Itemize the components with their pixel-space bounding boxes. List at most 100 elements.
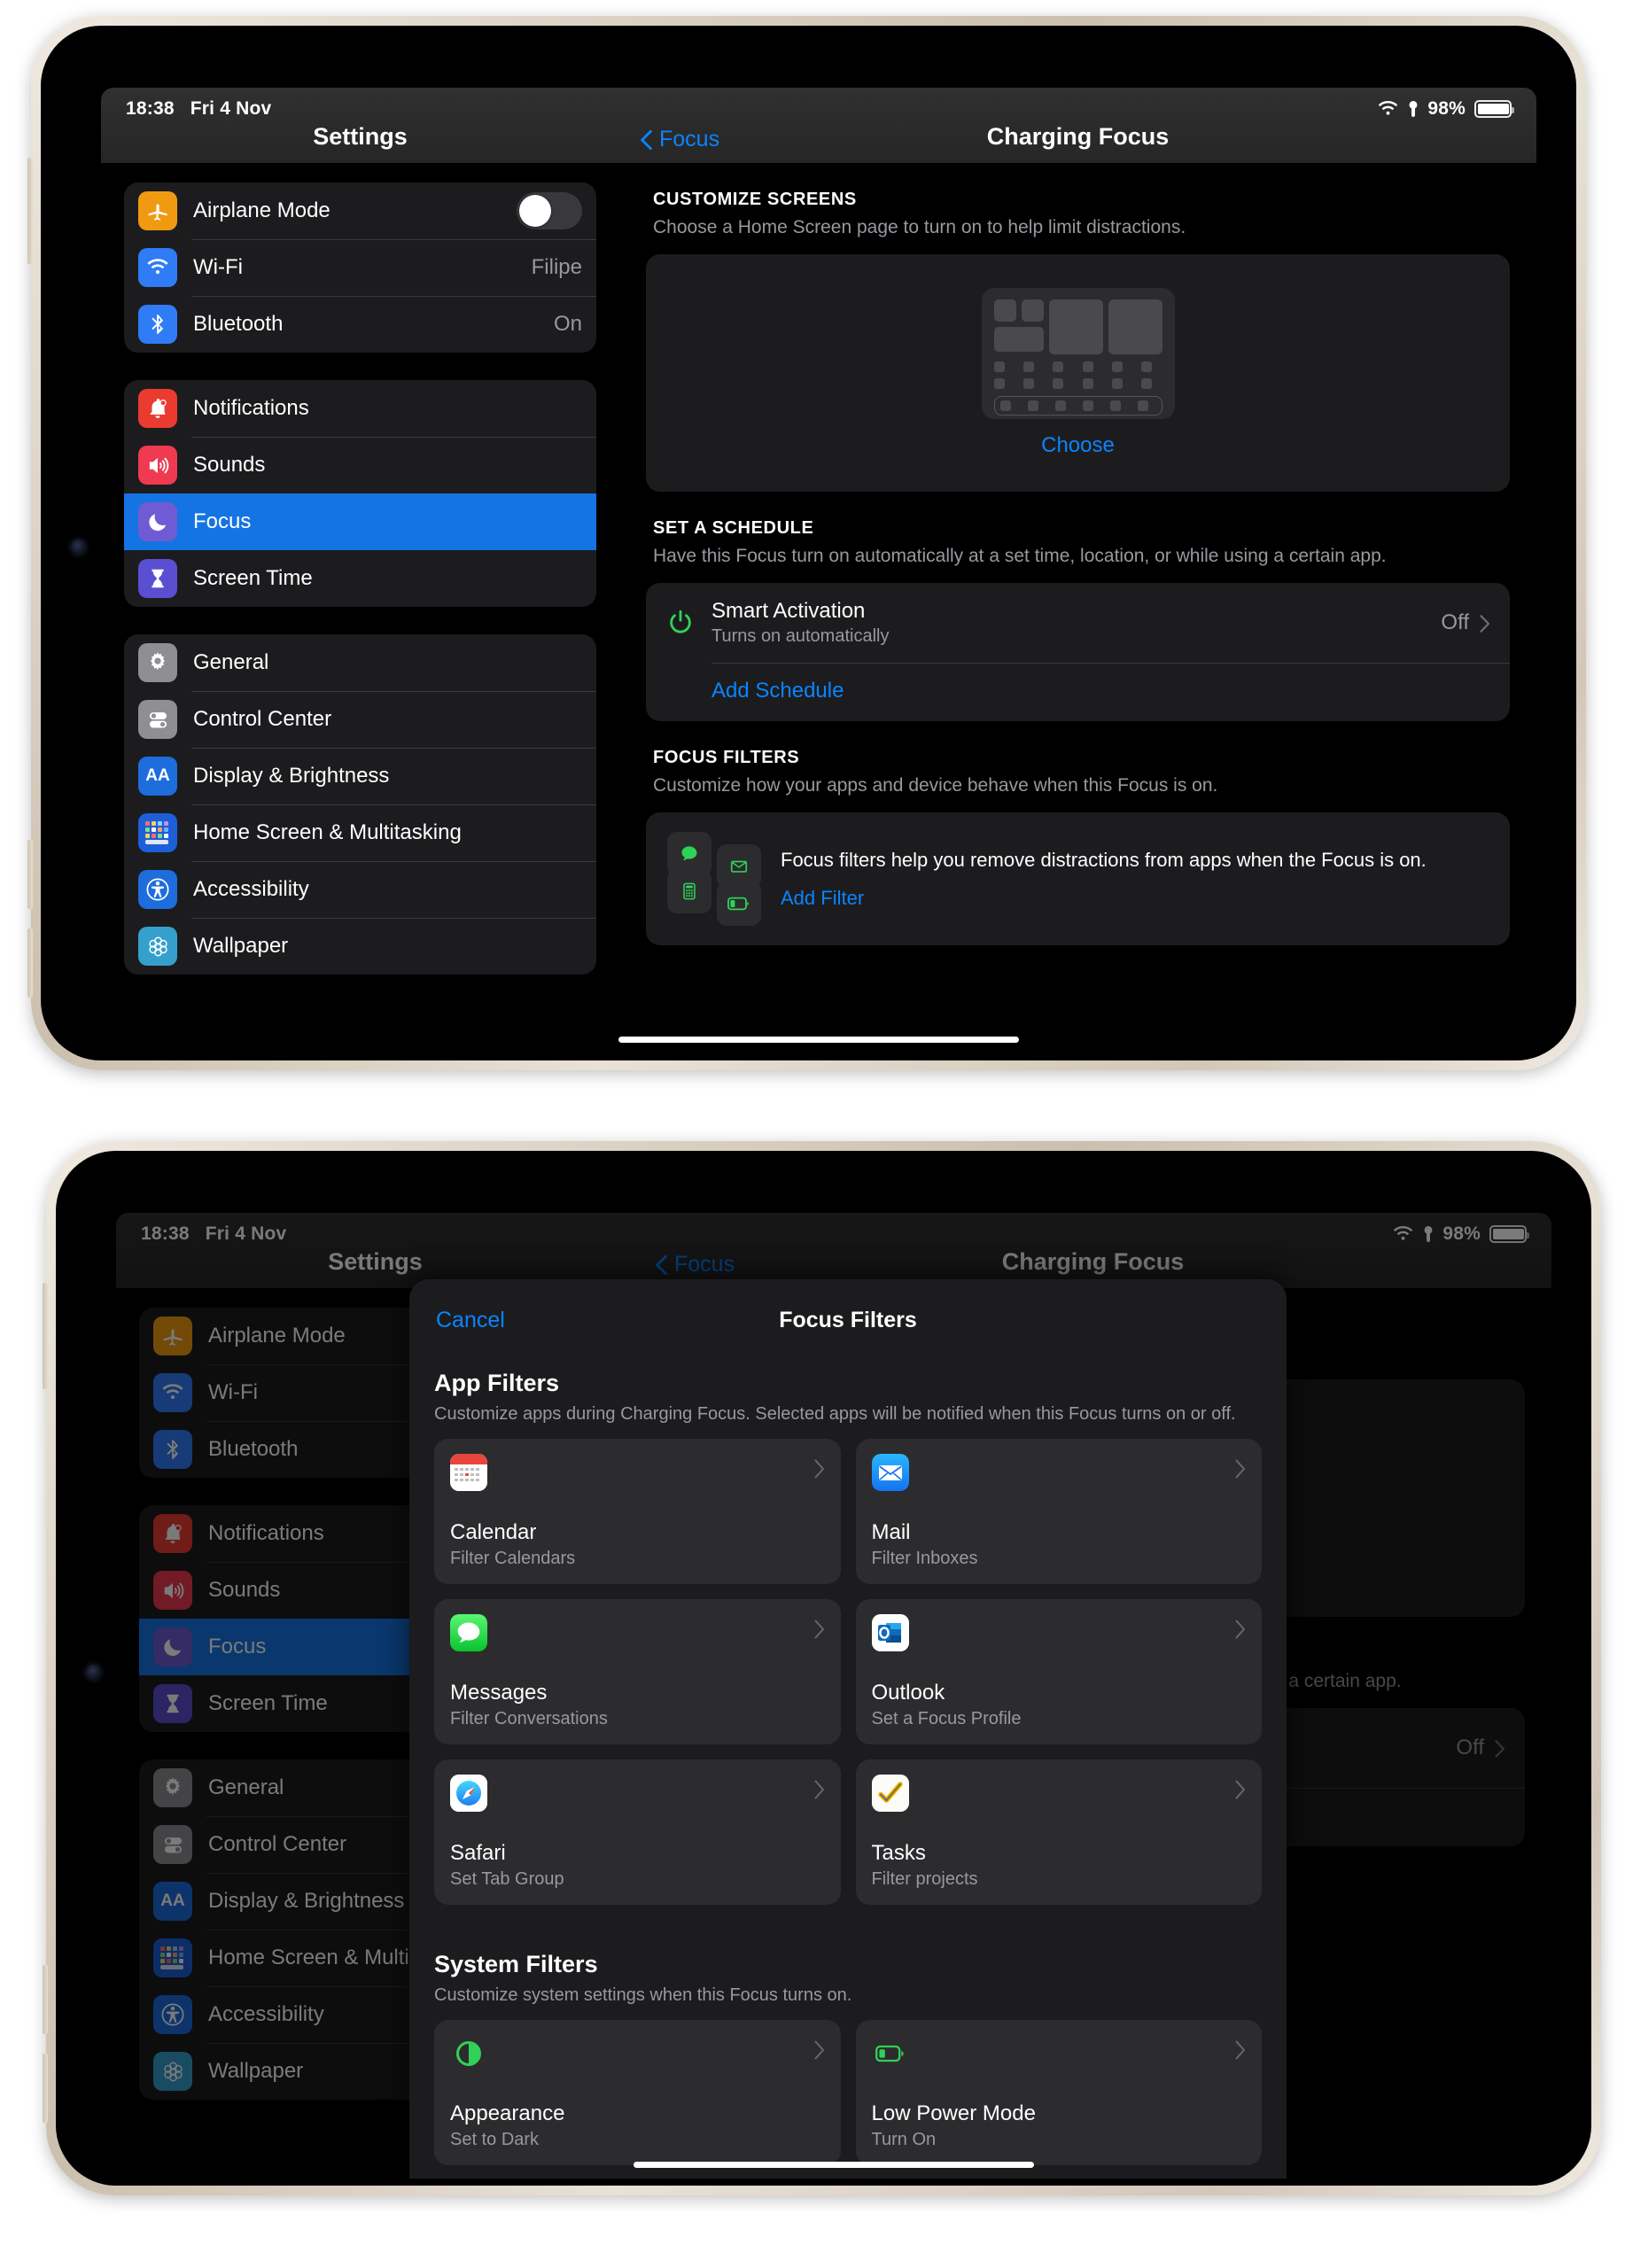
sidebar-scroll[interactable]: Airplane Mode Wi-Fi Filipe Bluetooth On … [101, 163, 619, 1053]
filter-card-tasks[interactable]: Tasks Filter projects [855, 1759, 1262, 1905]
preview-widget-large [1108, 299, 1162, 354]
sidebar-item-focus[interactable]: Focus [124, 493, 596, 550]
filter-card-subtitle: Set a Focus Profile [871, 1709, 1022, 1728]
app-filters-subtitle: Customize apps during Charging Focus. Se… [434, 1404, 1236, 1424]
choose-screen-button[interactable]: Choose [1041, 433, 1115, 458]
preview-app-dot [1082, 361, 1093, 372]
filter-card-mail[interactable]: Mail Filter Inboxes [855, 1439, 1262, 1584]
filter-card-appearance[interactable]: Appearance Set to Dark [434, 2020, 841, 2165]
bluetooth-state-value: On [553, 312, 582, 336]
add-schedule-button[interactable]: Add Schedule [646, 664, 1510, 721]
low-power-mode-icon [872, 2035, 909, 2072]
schedule-card: Smart Activation Turns on automatically … [646, 583, 1510, 721]
ipad-device-top: 18:38 Fri 4 Nov 98% Settings Airplane Mo… [27, 16, 1586, 1070]
preview-app-dot [1053, 378, 1064, 389]
sidebar-item-accessibility[interactable]: Accessibility [124, 861, 596, 918]
appearance-icon [450, 2035, 487, 2072]
home-screen-preview [981, 288, 1175, 419]
app-filters-grid: Calendar Filter Calendars Mail Filter In… [434, 1439, 1262, 1905]
back-to-focus-button[interactable]: Focus [641, 127, 719, 152]
power-button-bottom[interactable] [43, 1965, 48, 2034]
preview-dock [993, 396, 1162, 416]
sidebar-item-control-center[interactable]: Control Center [124, 691, 596, 748]
preview-widget-row [993, 299, 1162, 354]
power-button-top[interactable] [27, 840, 33, 909]
wallpaper-flower-icon [138, 927, 177, 966]
home-screen-grid-icon [138, 813, 177, 852]
volume-down-button-bottom[interactable] [43, 2054, 48, 2123]
sidebar-item-label: Focus [193, 509, 252, 533]
volume-button-bottom[interactable] [43, 1283, 48, 1389]
sidebar-item-wallpaper[interactable]: Wallpaper [124, 918, 596, 975]
sidebar-item-label: Home Screen & Multitasking [193, 820, 462, 844]
front-camera-top [71, 540, 86, 555]
cancel-button[interactable]: Cancel [436, 1308, 505, 1333]
display-aa-icon: AA [138, 757, 177, 796]
sidebar-item-display-brightness[interactable]: AA Display & Brightness [124, 748, 596, 804]
home-indicator[interactable] [618, 1037, 1019, 1043]
smart-activation-title: Smart Activation [711, 599, 866, 623]
sounds-speaker-icon [138, 446, 177, 485]
ipad-device-bottom: 18:38 Fri 4 Nov 98% [43, 1141, 1601, 2195]
sidebar-item-home-screen-multitasking[interactable]: Home Screen & Multitasking [124, 804, 596, 861]
filter-card-title: Safari [450, 1841, 506, 1865]
filter-card-title: Mail [871, 1520, 911, 1544]
split-view-top: Settings Airplane Mode Wi-Fi Filipe Blue… [101, 88, 1536, 1053]
sidebar-item-label: Bluetooth [193, 312, 284, 336]
chevron-right-icon [1235, 1459, 1246, 1479]
preview-tile [993, 299, 1016, 322]
filter-card-title: Appearance [450, 2101, 565, 2125]
volume-button-top[interactable] [27, 158, 33, 264]
sidebar-navbar: Settings [101, 88, 619, 163]
ios-screen-top: 18:38 Fri 4 Nov 98% Settings Airplane Mo… [101, 88, 1536, 1053]
low-power-battery-icon [717, 882, 761, 926]
device-screen-bezel-top: 18:38 Fri 4 Nov 98% Settings Airplane Mo… [41, 26, 1576, 1060]
app-filters-title: App Filters [434, 1370, 560, 1396]
sidebar-item-notifications[interactable]: Notifications [124, 380, 596, 437]
safari-app-icon [450, 1775, 487, 1812]
preview-dock-dot [1027, 400, 1038, 411]
focus-filters-subtitle: Customize how your apps and device behav… [653, 775, 1218, 796]
filter-card-subtitle: Set to Dark [450, 2130, 540, 2149]
wifi-network-value: Filipe [531, 255, 582, 279]
mail-app-icon [871, 1454, 909, 1491]
airplane-mode-toggle[interactable] [517, 192, 582, 229]
sidebar-item-bluetooth[interactable]: Bluetooth On [124, 296, 596, 353]
sidebar-item-airplane-mode[interactable]: Airplane Mode [124, 183, 596, 239]
preview-app-dot [993, 361, 1005, 372]
preview-app-dot [1111, 361, 1123, 372]
sidebar-item-general[interactable]: General [124, 634, 596, 691]
gear-icon [138, 643, 177, 682]
sidebar-item-wifi[interactable]: Wi-Fi Filipe [124, 239, 596, 296]
sidebar-item-screen-time[interactable]: Screen Time [124, 550, 596, 607]
home-indicator[interactable] [634, 2162, 1034, 2168]
preview-app-dot [1053, 361, 1064, 372]
volume-down-button-top[interactable] [27, 928, 33, 998]
preview-tile [1021, 299, 1044, 322]
filter-card-outlook[interactable]: Outlook Set a Focus Profile [855, 1599, 1262, 1744]
focus-filters-text: Focus filters help you remove distractio… [781, 849, 1489, 910]
add-filter-button[interactable]: Add Filter [781, 887, 1489, 910]
focus-filters-sheet: Cancel Focus Filters App Filters Customi… [409, 1279, 1287, 2179]
sheet-body[interactable]: App Filters Customize apps during Chargi… [409, 1370, 1287, 2165]
focus-detail-pane: Focus Charging Focus CUSTOMIZE SCREENS C… [619, 88, 1536, 1053]
sheet-navbar: Cancel Focus Filters [409, 1279, 1287, 1361]
system-filters-subtitle: Customize system settings when this Focu… [434, 1985, 852, 2005]
schedule-subtitle: Have this Focus turn on automatically at… [653, 546, 1387, 566]
filter-card-calendar[interactable]: Calendar Filter Calendars [434, 1439, 841, 1584]
filter-card-low-power-mode[interactable]: Low Power Mode Turn On [855, 2020, 1262, 2165]
sidebar-item-sounds[interactable]: Sounds [124, 437, 596, 493]
detail-scroll[interactable]: CUSTOMIZE SCREENS Choose a Home Screen p… [619, 163, 1536, 1053]
sidebar-item-label: Sounds [193, 453, 266, 477]
filter-card-subtitle: Filter Conversations [450, 1709, 608, 1728]
filter-card-safari[interactable]: Safari Set Tab Group [434, 1759, 841, 1905]
chevron-left-icon [641, 129, 652, 150]
filter-card-messages[interactable]: Messages Filter Conversations [434, 1599, 841, 1744]
focus-filters-card: Focus filters help you remove distractio… [646, 812, 1510, 945]
ios-screen-bottom: 18:38 Fri 4 Nov 98% [116, 1213, 1551, 2179]
chevron-right-icon [1235, 1619, 1246, 1639]
calendar-app-icon [450, 1454, 487, 1491]
customize-screens-card: Choose [646, 254, 1510, 492]
smart-activation-row[interactable]: Smart Activation Turns on automatically … [646, 583, 1510, 663]
filter-card-subtitle: Filter Inboxes [871, 1549, 978, 1568]
